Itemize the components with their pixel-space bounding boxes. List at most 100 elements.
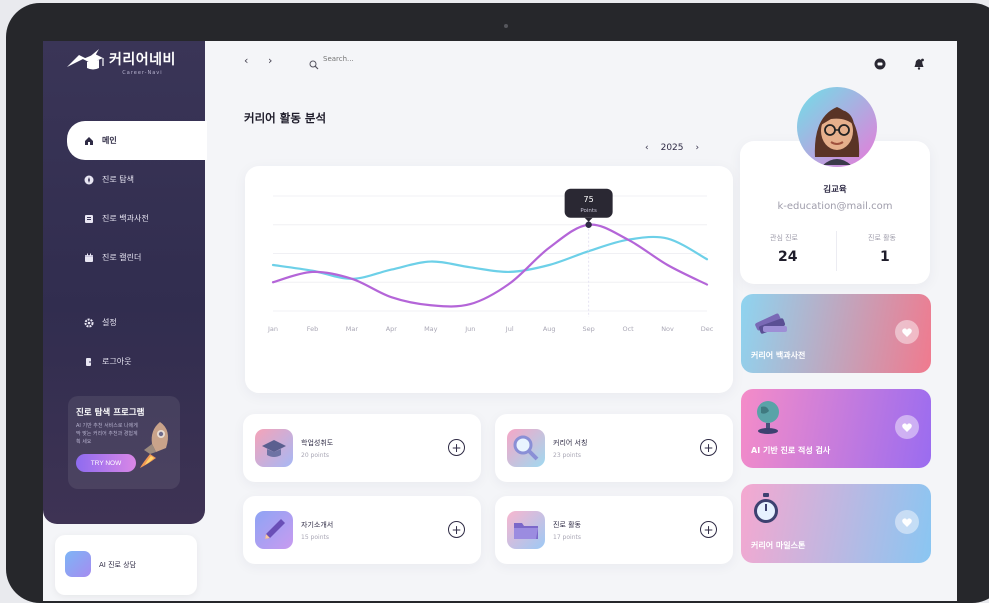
analysis-title: 커리어 활동 분석 [244, 111, 327, 125]
x-tick-label: Dec [701, 325, 714, 333]
magnifier-icon [507, 429, 545, 467]
series-line-1 [271, 235, 709, 280]
add-button[interactable]: + [700, 439, 717, 456]
feature-label: AI 기반 진로 적성 검사 [751, 446, 831, 455]
sidebar-item-main[interactable]: 메인 [67, 121, 207, 160]
camera-dot [504, 24, 508, 28]
activity-points: 20 points [301, 452, 329, 459]
book-icon [84, 214, 94, 224]
bell-icon[interactable] [913, 55, 925, 70]
sidebar-item-logout[interactable]: 로그아웃 [67, 342, 207, 381]
calendar-icon [84, 253, 94, 263]
activity-name: 자기소개서 [301, 521, 334, 529]
x-tick-label: Feb [307, 325, 319, 333]
x-tick-label: Nov [661, 325, 674, 333]
stat-divider [836, 231, 837, 271]
x-tick-label: Apr [386, 325, 398, 333]
search-input[interactable] [323, 55, 443, 63]
heart-icon[interactable] [895, 320, 919, 344]
feature-label: 커리어 마일스톤 [751, 541, 806, 550]
activity-chart-card: Jan Feb Mar Apr May Jun Jul Aug Sep Oct Nov Dec 75 Po… [245, 166, 733, 393]
feature-card-aptitude-test[interactable]: AI 기반 진로 적성 검사 [741, 389, 931, 468]
gear-icon [84, 318, 94, 328]
x-tick-label: Sep [583, 325, 595, 333]
back-arrow-icon[interactable]: ‹ [244, 54, 248, 67]
x-tick-label: Jun [464, 325, 475, 333]
sidebar-nav: 메인 진로 탐색 진로 백과사전 진로 캘린더 설정 로그아웃 [67, 121, 207, 381]
next-year-icon[interactable]: › [696, 143, 700, 153]
chat-bubble-icon[interactable] [874, 55, 886, 70]
x-tick-label: May [424, 325, 438, 333]
try-now-button[interactable]: TRY NOW [76, 454, 136, 472]
app-logo[interactable]: 커리어네비 Career-Navi [65, 45, 176, 79]
year-value: 2025 [660, 143, 684, 153]
app-screen: 커리어네비 Career-Navi 메인 진로 탐색 진로 백과사전 진로 캘린… [43, 41, 957, 601]
activity-points: 17 points [553, 534, 581, 541]
sidebar-item-label: 메인 [102, 136, 117, 145]
sidebar-item-career-explore[interactable]: 진로 탐색 [67, 160, 207, 199]
activity-points: 15 points [301, 534, 329, 541]
sidebar-item-settings[interactable]: 설정 [67, 303, 207, 342]
x-tick-label: Oct [622, 325, 634, 333]
stat-value: 1 [880, 249, 890, 265]
sidebar-item-label: 설정 [102, 318, 117, 327]
top-bar: ‹ › [241, 53, 931, 71]
stopwatch-icon [751, 492, 781, 530]
graduation-cap-logo-icon [65, 45, 105, 79]
feature-label: 커리어 백과사전 [751, 351, 806, 360]
x-tick-label: Aug [543, 325, 556, 333]
highlight-point[interactable] [585, 221, 592, 228]
activity-card-search[interactable]: 커리어 서칭 23 points + [495, 414, 733, 482]
feature-card-encyclopedia[interactable]: 커리어 백과사전 [741, 294, 931, 373]
feature-card-milestone[interactable]: 커리어 마일스톤 [741, 484, 931, 563]
activity-name: 학업성취도 [301, 439, 334, 447]
tooltip-value: 75 [584, 195, 594, 204]
heart-icon[interactable] [895, 415, 919, 439]
prev-year-icon[interactable]: ‹ [645, 143, 649, 153]
sidebar-item-encyclopedia[interactable]: 진로 백과사전 [67, 199, 207, 238]
x-tick-label: Mar [346, 325, 359, 333]
search-icon[interactable] [309, 55, 319, 74]
profile-email: k-education@mail.com [777, 201, 893, 212]
sidebar-item-label: 진로 백과사전 [102, 214, 149, 223]
add-button[interactable]: + [448, 439, 465, 456]
forward-arrow-icon[interactable]: › [268, 54, 272, 67]
home-icon [84, 136, 94, 146]
sidebar-item-calendar[interactable]: 진로 캘린더 [67, 238, 207, 277]
activity-points: 23 points [553, 452, 581, 459]
activity-name: 커리어 서칭 [553, 439, 588, 447]
graduation-cap-icon [255, 429, 293, 467]
folder-icon [507, 511, 545, 549]
avatar[interactable] [797, 87, 877, 167]
add-button[interactable]: + [700, 521, 717, 538]
promo-card: 진로 탐색 프로그램 AI 기반 추천 서비스로 나에게 딱 맞는 커리어 추천… [68, 396, 180, 489]
sidebar-item-label: 로그아웃 [102, 357, 132, 366]
sidebar: 커리어네비 Career-Navi 메인 진로 탐색 진로 백과사전 진로 캘린… [43, 41, 207, 524]
add-button[interactable]: + [448, 521, 465, 538]
year-selector: ‹ 2025 › [639, 143, 705, 153]
stat-label: 관심 진로 [770, 234, 798, 242]
activity-name: 진로 활동 [553, 521, 581, 529]
globe-icon [751, 397, 785, 441]
stat-label: 진로 활동 [868, 234, 896, 242]
app-title: 커리어네비 [109, 51, 176, 68]
logout-icon [84, 357, 94, 367]
profile-name: 김교육 [823, 185, 847, 195]
heart-icon[interactable] [895, 510, 919, 534]
activity-card-academic[interactable]: 학업성취도 20 points + [243, 414, 481, 482]
tooltip-unit: Points [580, 208, 597, 214]
stat-value: 24 [778, 249, 798, 265]
rocket-icon [136, 418, 176, 474]
activity-card-cover-letter[interactable]: 자기소개서 15 points + [243, 496, 481, 564]
ai-chat-card[interactable]: AI 진로 상담 [55, 535, 197, 595]
app-subtitle: Career-Navi [122, 69, 163, 76]
activity-card-career-activity[interactable]: 진로 활동 17 points + [495, 496, 733, 564]
sidebar-item-label: 진로 탐색 [102, 175, 134, 184]
promo-title: 진로 탐색 프로그램 [76, 408, 145, 418]
chat-title: AI 진로 상담 [99, 561, 137, 569]
compass-icon [84, 175, 94, 185]
chat-avatar [65, 551, 91, 577]
x-tick-label: Jul [505, 325, 514, 333]
books-icon [751, 302, 791, 340]
x-tick-label: Jan [267, 325, 278, 333]
